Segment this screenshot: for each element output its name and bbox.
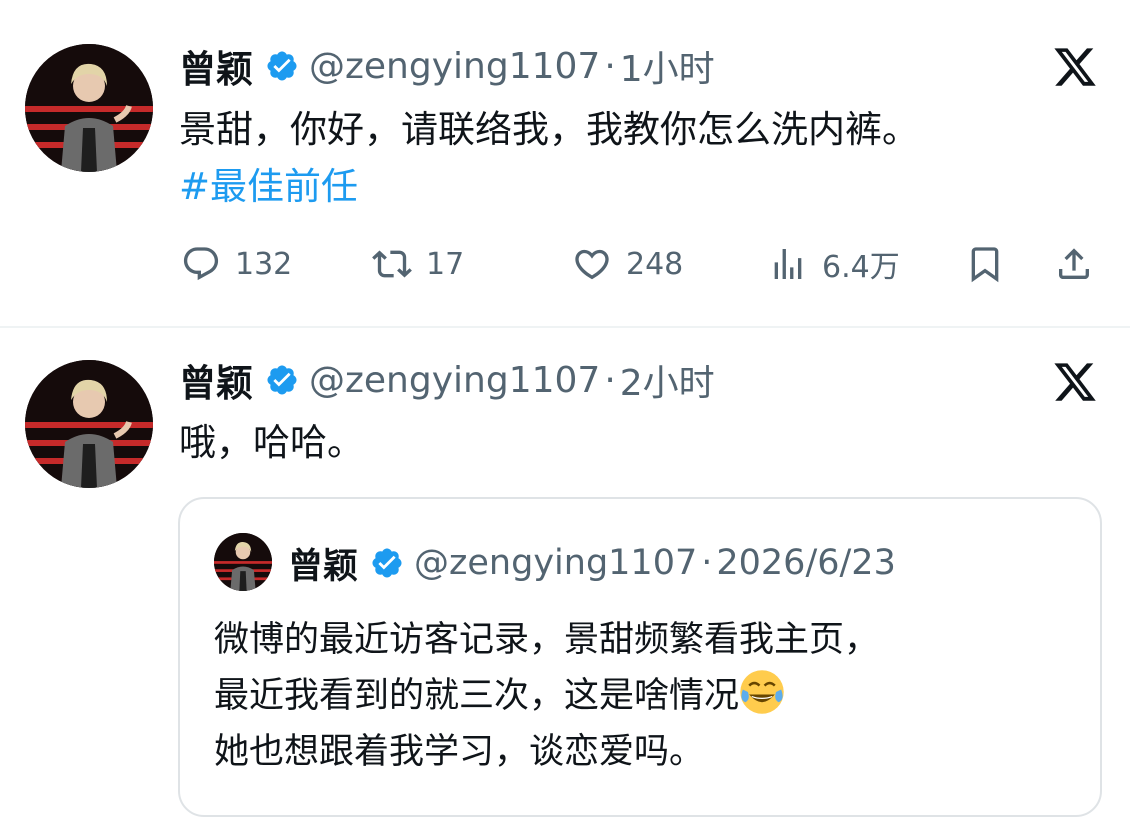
- verified-badge-icon: [265, 363, 299, 397]
- face-with-tears-of-joy-icon: [739, 669, 785, 715]
- verified-badge-icon: [265, 49, 299, 83]
- avatar[interactable]: [25, 44, 153, 172]
- bookmark-button[interactable]: [965, 236, 1005, 292]
- tweet-text: 景甜，你好，请联络我，我教你怎么洗内裤。: [179, 108, 919, 151]
- quoted-tweet-header: 曾颖 @zengying1107 · 2026/6/23: [288, 538, 896, 588]
- tweet-header: 曾颖 @zengying1107 · 1小时: [179, 40, 715, 92]
- reply-count: 132: [235, 246, 293, 282]
- views-icon: [768, 244, 808, 284]
- quoted-author-handle: @zengying1107: [414, 543, 698, 583]
- like-count: 248: [626, 246, 684, 282]
- share-button[interactable]: [1054, 236, 1094, 292]
- timestamp[interactable]: 2小时: [620, 354, 715, 406]
- author-name[interactable]: 曾颖: [179, 39, 253, 93]
- separator: ·: [701, 543, 713, 583]
- retweet-icon: [372, 244, 412, 284]
- retweet-count: 17: [426, 246, 465, 282]
- heart-icon: [572, 244, 612, 284]
- quoted-text-line: 微博的最近访客记录，景甜频繁看我主页，: [214, 620, 880, 660]
- x-logo-icon: [1052, 359, 1098, 405]
- author-handle[interactable]: @zengying1107: [309, 360, 600, 401]
- quoted-date: 2026/6/23: [716, 543, 896, 583]
- verified-badge-icon: [370, 546, 404, 580]
- author-handle[interactable]: @zengying1107: [309, 46, 600, 87]
- tweet-header: 曾颖 @zengying1107 · 2小时: [179, 354, 715, 406]
- separator: ·: [604, 359, 616, 401]
- views-count: 6.4万: [822, 250, 900, 285]
- quoted-author-name: 曾颖: [288, 546, 359, 587]
- reply-icon: [181, 244, 221, 284]
- bookmark-icon: [965, 244, 1005, 284]
- tweet-text: 哦，哈哈。: [179, 421, 364, 464]
- separator: ·: [604, 45, 616, 87]
- avatar[interactable]: [25, 360, 153, 488]
- quoted-text-line: 最近我看到的就三次，这是啥情况: [214, 676, 740, 716]
- quoted-avatar: [214, 533, 272, 591]
- like-button[interactable]: 248: [572, 236, 683, 292]
- retweet-button[interactable]: 17: [372, 236, 464, 292]
- hashtag-link[interactable]: #最佳前任: [179, 158, 358, 216]
- timestamp[interactable]: 1小时: [620, 40, 715, 92]
- reply-button[interactable]: 132: [181, 236, 292, 292]
- quoted-text-line: 她也想跟着我学习，谈恋爱吗。: [214, 732, 705, 772]
- quoted-text-line-2: 最近我看到的就三次，这是啥情况: [214, 668, 879, 724]
- share-icon: [1054, 244, 1094, 284]
- quoted-tweet-text: 微博的最近访客记录，景甜频繁看我主页， 最近我看到的就三次，这是啥情况 她也想跟…: [214, 612, 879, 780]
- x-logo-icon: [1052, 44, 1098, 90]
- tweet-actions: 132 17 248 6.4万: [0, 236, 1130, 292]
- views-button[interactable]: 6.4万: [768, 236, 900, 292]
- author-name[interactable]: 曾颖: [179, 353, 253, 407]
